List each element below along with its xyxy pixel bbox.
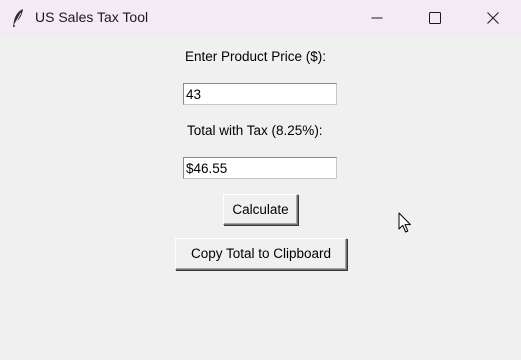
mouse-cursor-icon xyxy=(398,212,412,234)
app-window: US Sales Tax Tool Enter Product Price ($… xyxy=(0,0,521,360)
maximize-button[interactable] xyxy=(406,0,464,36)
price-input[interactable]: 43 xyxy=(183,83,337,105)
close-button[interactable] xyxy=(464,0,521,36)
total-field[interactable]: $46.55 xyxy=(183,157,337,179)
total-label: Total with Tax (8.25%): xyxy=(187,123,323,138)
calculate-button[interactable]: Calculate xyxy=(223,194,298,225)
window-title: US Sales Tax Tool xyxy=(35,9,149,25)
title-bar[interactable]: US Sales Tax Tool xyxy=(0,0,521,36)
copy-total-button[interactable]: Copy Total to Clipboard xyxy=(175,238,347,270)
minimize-button[interactable] xyxy=(348,0,406,36)
feather-icon xyxy=(10,8,28,28)
price-label: Enter Product Price ($): xyxy=(185,49,327,64)
